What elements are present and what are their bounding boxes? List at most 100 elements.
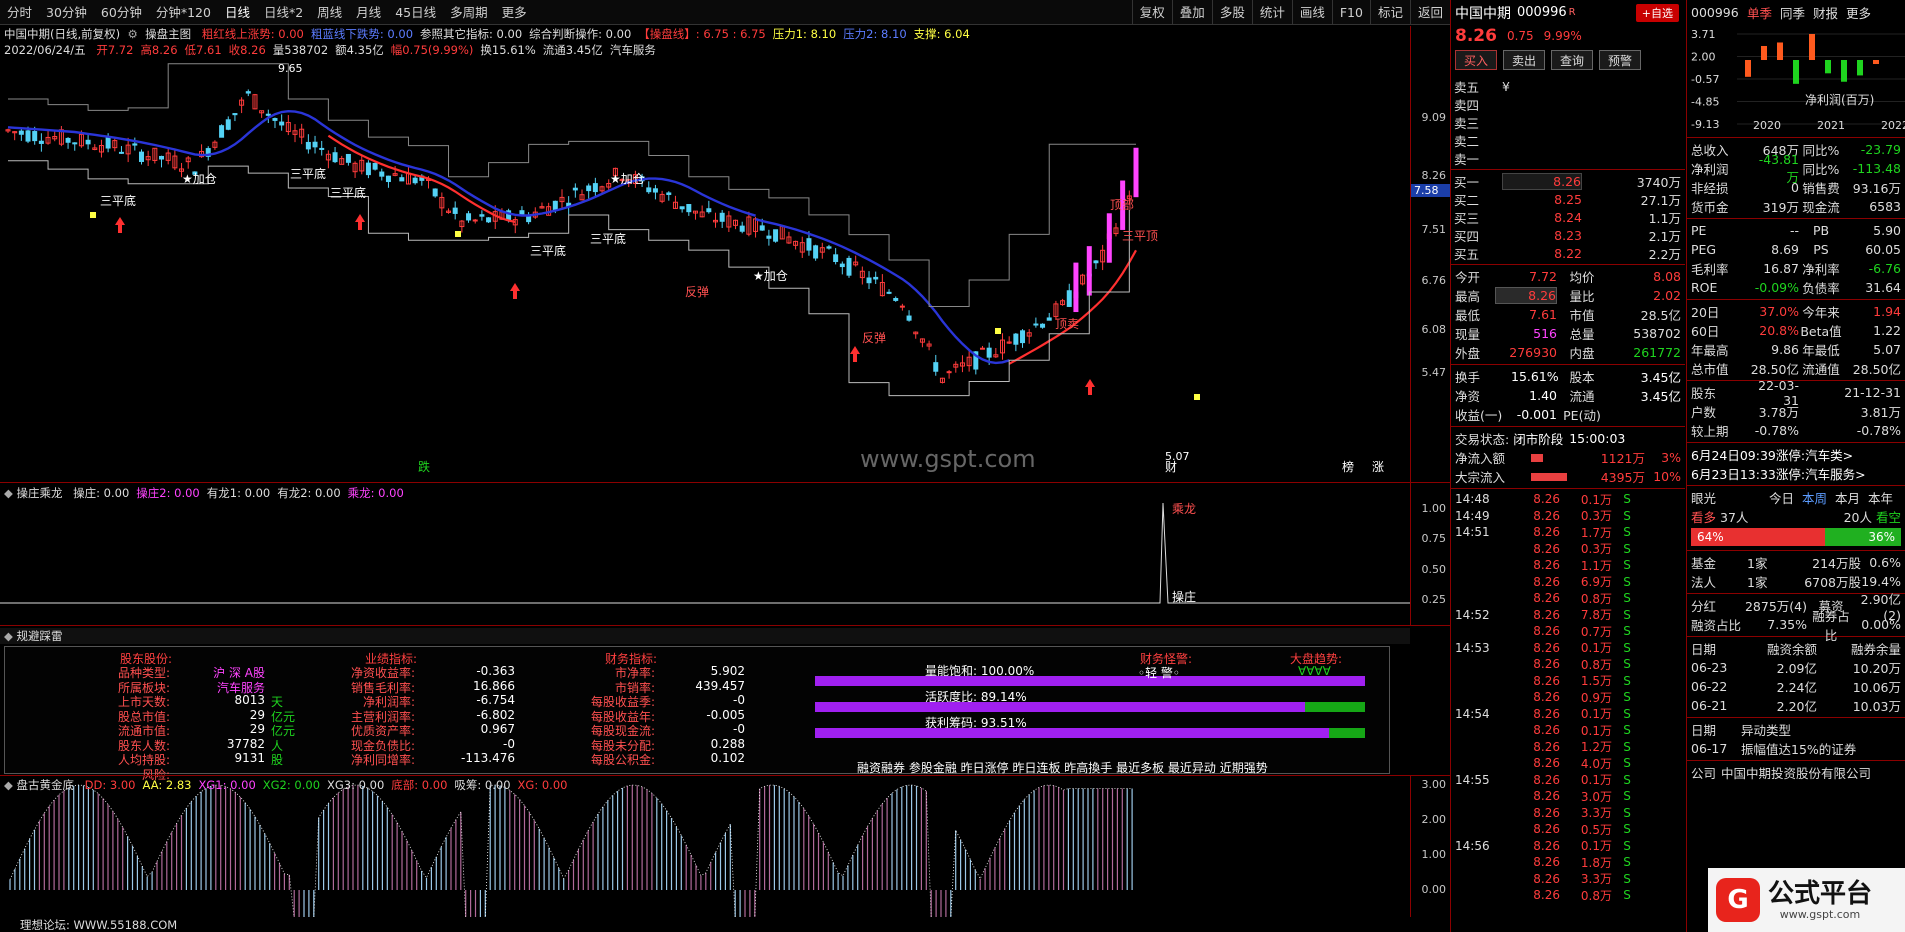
f10-tab-0[interactable]: 单季 (1747, 3, 1772, 22)
period-tab-4[interactable]: 日线 (218, 0, 257, 25)
f10-key: PB (1812, 223, 1830, 238)
toolbar-button-6[interactable]: 标记 (1369, 0, 1410, 25)
add-watchlist-button[interactable]: +自选 (1635, 3, 1679, 22)
tick-price: 8.26 (1533, 855, 1560, 870)
info-value: -0.363 (476, 664, 515, 678)
stat-row: 今开 7.72 均价 8.08 (1451, 267, 1685, 286)
trade-button-3[interactable]: 预警 (1599, 50, 1642, 70)
toolbar-button-3[interactable]: 统计 (1251, 0, 1292, 25)
candle (906, 310, 912, 322)
tick-time: 14:55 (1455, 772, 1490, 787)
indicator-name[interactable]: 规避踩雷 (17, 629, 63, 643)
period-tab-8[interactable]: 45日线 (388, 0, 443, 25)
f10-value: 60.05 (1865, 242, 1901, 257)
inst-row: 基金 1家 214万股 0.6% (1687, 553, 1905, 572)
stock-name: 中国中期 (1455, 5, 1511, 22)
toolbar-button-2[interactable]: 多股 (1211, 0, 1252, 25)
meter-fill (815, 702, 1306, 712)
collapse-icon[interactable]: ◆ (4, 486, 17, 500)
bear-bar: 36% (1825, 528, 1901, 546)
golden-bottom-chart[interactable] (0, 775, 1410, 917)
margin-data-row: 06-22 2.24亿 10.06万 (1687, 677, 1905, 696)
margin-data-cell: 2.09亿 (1776, 661, 1817, 676)
tick-row: 14:56 8.26 0.1万 S (1451, 838, 1685, 855)
indicator-name[interactable]: 操庄乘龙 (17, 486, 63, 500)
candle (853, 255, 859, 267)
news-link[interactable]: 6月23日13:33涨停:汽车服务> (1687, 464, 1905, 483)
gspt-logo: G 公式平台 www.gspt.com (1708, 868, 1905, 932)
eye-tab-3[interactable]: 本年 (1868, 488, 1893, 507)
period-tab-7[interactable]: 月线 (349, 0, 388, 25)
tick-side: S (1623, 772, 1631, 787)
f10-tab-3[interactable]: 更多 (1846, 3, 1871, 22)
f10-key: 同比% (1802, 143, 1840, 158)
trade-button-1[interactable]: 卖出 (1503, 50, 1546, 70)
tick-row: 14:54 8.26 0.1万 S (1451, 706, 1685, 723)
tick-side: S (1623, 723, 1631, 738)
quick-links[interactable]: 融资融券 参股金融 昨日涨停 昨日连板 昨高換手 最近多板 最近异动 近期强势 (857, 759, 1268, 776)
margin-data-cell: 10.20万 (1852, 661, 1901, 676)
stat-row: 收益(一) -0.001 PE(动) (1451, 405, 1685, 424)
period-tab-0[interactable]: 分时 (0, 0, 39, 25)
candle (159, 155, 165, 168)
f10-tab-2[interactable]: 财报 (1813, 3, 1838, 22)
candle (18, 128, 24, 141)
f10-row: 净利润 -43.81万 同比% -113.48 (1687, 152, 1905, 185)
tick-price: 8.26 (1533, 508, 1560, 523)
indicator-name[interactable]: 操盘主图 (145, 27, 191, 41)
eye-tab-0[interactable]: 今日 (1769, 488, 1794, 507)
f10-value: 0 (1791, 180, 1799, 195)
news-link[interactable]: 6月24日09:39涨停:汽车类> (1687, 445, 1905, 464)
margin-row: 融资占比 7.35% 融券占比 0.00% (1687, 609, 1905, 643)
candle (292, 124, 298, 143)
period-tab-9[interactable]: 多周期 (443, 0, 495, 25)
candle (766, 229, 772, 246)
inst-cell: 6708万股 (1804, 575, 1861, 590)
info-value: 0.288 (710, 736, 745, 751)
stat-value: 276930 (1509, 345, 1557, 360)
toolbar-button-7[interactable]: 返回 (1409, 0, 1450, 25)
tick-volume: 3.3万 (1580, 872, 1612, 887)
candle (779, 226, 785, 240)
forum-footer[interactable]: 理想论坛: WWW.55188.COM (0, 917, 1410, 932)
collapse-icon[interactable]: ◆ (4, 778, 17, 792)
dragon-tick: 1.00 (1421, 502, 1447, 515)
bid-row: 买二 8.25 27.1万 (1451, 190, 1685, 208)
f10-tab-1[interactable]: 同季 (1780, 3, 1805, 22)
period-tab-1[interactable]: 30分钟 (39, 0, 94, 25)
trade-button-2[interactable]: 查询 (1551, 50, 1594, 70)
f10-row: 年最高 9.86 年最低 5.07 (1687, 340, 1905, 359)
tick-volume: 7.8万 (1580, 608, 1612, 623)
period-tab-5[interactable]: 日线*2 (257, 0, 310, 25)
candle (225, 116, 231, 131)
eye-tab-1[interactable]: 本周 (1802, 488, 1827, 507)
collapse-icon[interactable]: ◆ (4, 629, 17, 643)
toolbar-button-0[interactable]: 复权 (1131, 0, 1172, 25)
period-tab-6[interactable]: 周线 (310, 0, 349, 25)
period-tab-10[interactable]: 更多 (495, 0, 534, 25)
period-tab-3[interactable]: 分钟*120 (149, 0, 218, 25)
tick-volume: 0.3万 (1580, 509, 1612, 524)
tick-row: 8.26 3.3万 S (1451, 805, 1685, 822)
kline-chart[interactable]: 三平底★加仓 三平底三平底三平底三平底★加仓反弹★加仓反弹顶部三平顶顶卖跌财榜涨9… (0, 26, 1410, 482)
candle (1080, 273, 1086, 286)
period-tab-2[interactable]: 60分钟 (94, 0, 149, 25)
indicator-name[interactable]: 盘古黄金底 (17, 778, 75, 792)
logo-mark-icon: G (1716, 878, 1760, 922)
stat-key: 收益(一) (1455, 408, 1503, 423)
settings-icon[interactable]: ⚙ (124, 27, 142, 41)
toolbar-button-4[interactable]: 画线 (1291, 0, 1332, 25)
info-value: 29 (249, 707, 265, 722)
candle (813, 244, 819, 261)
eye-tab-2[interactable]: 本月 (1835, 488, 1860, 507)
legend-item: XG3: 0.00 (327, 778, 385, 792)
toolbar-button-1[interactable]: 叠加 (1171, 0, 1212, 25)
toolbar-button-5[interactable]: F10 (1331, 0, 1370, 25)
candle (252, 93, 258, 110)
tick-price: 8.26 (1533, 838, 1560, 853)
ma-red-line-2 (1008, 249, 1137, 365)
candle (65, 137, 71, 149)
trade-button-0[interactable]: 买入 (1455, 50, 1498, 70)
dragon-indicator-chart[interactable]: 乘龙操庄 (0, 483, 1410, 625)
candle (138, 149, 144, 165)
